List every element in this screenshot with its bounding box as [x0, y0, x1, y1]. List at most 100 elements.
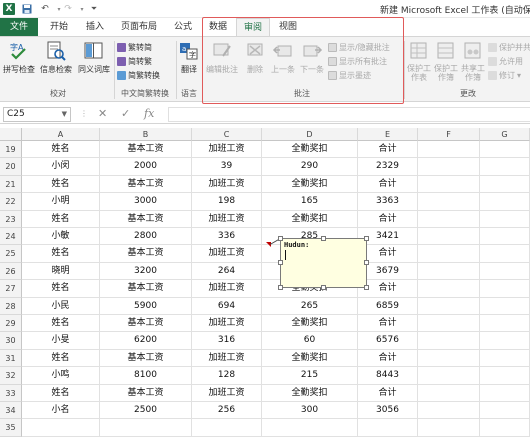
cell[interactable]: 基本工资: [100, 280, 192, 298]
cell[interactable]: 128: [192, 367, 262, 385]
select-all-corner[interactable]: [0, 128, 22, 141]
resize-handle[interactable]: [321, 236, 326, 241]
cell[interactable]: 8443: [358, 367, 418, 385]
cell[interactable]: 3200: [100, 262, 192, 281]
redo-icon[interactable]: ↷: [62, 3, 74, 15]
cell[interactable]: 姓名: [22, 141, 100, 159]
row-header[interactable]: 33: [0, 384, 22, 402]
cell[interactable]: 姓名: [22, 175, 100, 194]
spelling-button[interactable]: 字A 拼写检查: [2, 40, 36, 75]
cell[interactable]: 694: [192, 297, 262, 315]
cell[interactable]: 姓名: [22, 349, 100, 368]
tab-formulas[interactable]: 公式: [168, 18, 198, 36]
cell[interactable]: 全勤奖扣: [262, 349, 358, 368]
cell[interactable]: [480, 384, 530, 402]
cell[interactable]: [262, 419, 358, 437]
cell[interactable]: 小敏: [22, 228, 100, 246]
cell[interactable]: 6200: [100, 332, 192, 350]
undo-icon[interactable]: ↶: [39, 3, 51, 15]
cell[interactable]: [480, 245, 530, 263]
cell[interactable]: 316: [192, 332, 262, 350]
cell[interactable]: 3056: [358, 402, 418, 420]
column-header-b[interactable]: B: [100, 128, 192, 141]
cell[interactable]: [358, 419, 418, 437]
cell[interactable]: 5900: [100, 297, 192, 315]
cell[interactable]: [418, 175, 480, 194]
cell[interactable]: 合计: [358, 175, 418, 194]
row-header[interactable]: 22: [0, 193, 22, 211]
tab-page-layout[interactable]: 页面布局: [114, 18, 164, 36]
cell[interactable]: 合计: [358, 384, 418, 402]
cell[interactable]: 合计: [358, 349, 418, 368]
name-box[interactable]: C25 ▼: [3, 107, 71, 122]
resize-handle[interactable]: [364, 285, 369, 290]
cell[interactable]: [418, 419, 480, 437]
cell[interactable]: 300: [262, 402, 358, 420]
cell[interactable]: 198: [192, 193, 262, 211]
enter-icon[interactable]: ✓: [121, 107, 130, 120]
cell[interactable]: 合计: [358, 141, 418, 159]
cell[interactable]: 全勤奖扣: [262, 384, 358, 402]
protect-workbook-button[interactable]: 保护工作簿: [433, 40, 459, 82]
cell[interactable]: 合计: [358, 315, 418, 333]
cell[interactable]: 小名: [22, 402, 100, 420]
cell[interactable]: 加班工资: [192, 141, 262, 159]
cell[interactable]: [418, 349, 480, 368]
tab-file[interactable]: 文件: [0, 18, 38, 36]
cell[interactable]: 加班工资: [192, 384, 262, 402]
cell[interactable]: 加班工资: [192, 245, 262, 263]
cell[interactable]: 加班工资: [192, 349, 262, 368]
cell[interactable]: 全勤奖扣: [262, 141, 358, 159]
cell[interactable]: 基本工资: [100, 315, 192, 333]
cell[interactable]: 3000: [100, 193, 192, 211]
cell[interactable]: [418, 384, 480, 402]
column-header-e[interactable]: E: [358, 128, 418, 141]
cell[interactable]: 全勤奖扣: [262, 315, 358, 333]
cell[interactable]: 264: [192, 262, 262, 281]
comment-box[interactable]: Hudun:: [280, 238, 367, 288]
research-button[interactable]: 信息检索: [38, 40, 74, 75]
cell[interactable]: [480, 315, 530, 333]
cell[interactable]: 基本工资: [100, 349, 192, 368]
cell[interactable]: 6859: [358, 297, 418, 315]
cell[interactable]: 小闵: [22, 158, 100, 176]
cell[interactable]: [418, 141, 480, 159]
share-workbook-button[interactable]: 共享工作簿: [460, 40, 486, 82]
more-options-icon[interactable]: ⋮: [80, 109, 88, 118]
tab-data[interactable]: 数据: [202, 18, 234, 36]
cell[interactable]: [418, 245, 480, 263]
cell[interactable]: 2329: [358, 158, 418, 176]
column-header-a[interactable]: A: [22, 128, 100, 141]
row-header[interactable]: 19: [0, 141, 22, 159]
save-icon[interactable]: [21, 3, 33, 15]
cell[interactable]: [418, 402, 480, 420]
cell[interactable]: 合计: [358, 210, 418, 228]
cell[interactable]: 姓名: [22, 384, 100, 402]
cell[interactable]: [480, 141, 530, 159]
cell[interactable]: [22, 419, 100, 437]
cell[interactable]: 215: [262, 367, 358, 385]
cell[interactable]: 336: [192, 228, 262, 246]
cell[interactable]: 60: [262, 332, 358, 350]
cell[interactable]: [418, 297, 480, 315]
cell[interactable]: [418, 210, 480, 228]
show-all-comments-button[interactable]: 显示所有批注: [328, 56, 387, 67]
edit-comment-button[interactable]: 编辑批注: [204, 40, 240, 75]
cell[interactable]: 小明: [22, 193, 100, 211]
cell[interactable]: [480, 280, 530, 298]
cell[interactable]: 39: [192, 158, 262, 176]
column-header-c[interactable]: C: [192, 128, 262, 141]
cell[interactable]: 基本工资: [100, 141, 192, 159]
redo-dropdown-icon[interactable]: ▾: [76, 3, 88, 15]
cell[interactable]: 2500: [100, 402, 192, 420]
previous-comment-button[interactable]: 上一条: [269, 40, 297, 75]
next-comment-button[interactable]: 下一条: [298, 40, 326, 75]
cell[interactable]: [480, 158, 530, 176]
row-header[interactable]: 29: [0, 315, 22, 333]
resize-handle[interactable]: [364, 236, 369, 241]
cell[interactable]: [480, 262, 530, 281]
tab-home[interactable]: 开始: [44, 18, 74, 36]
column-header-d[interactable]: D: [262, 128, 358, 141]
thesaurus-button[interactable]: 同义词库: [76, 40, 112, 75]
cell[interactable]: [418, 315, 480, 333]
